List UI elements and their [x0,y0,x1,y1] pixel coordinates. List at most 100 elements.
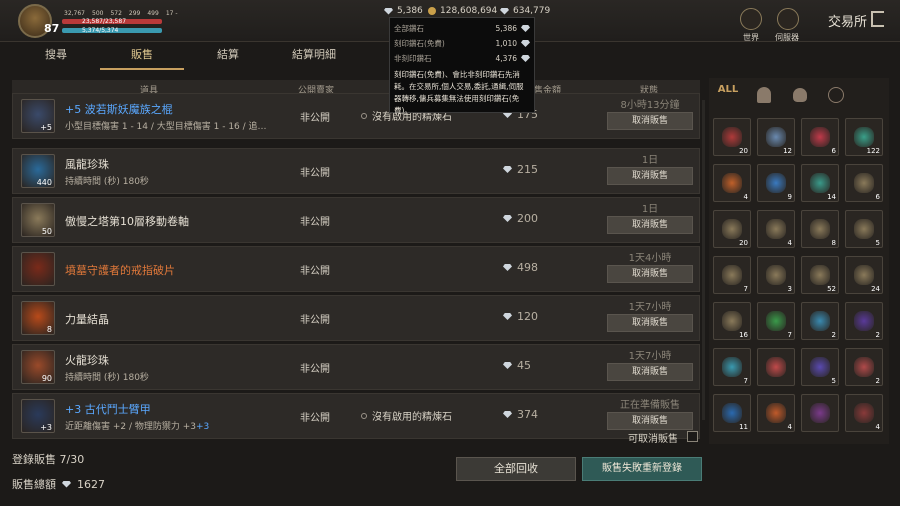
inventory-slot[interactable] [801,394,839,432]
item-price: 45 [503,359,531,372]
item-icon [810,357,830,377]
item-icon [854,311,874,331]
cancel-sale-button[interactable]: 取消販售 [607,412,693,430]
slot-quantity: 6 [875,193,880,201]
inventory-slot[interactable]: 2 [801,302,839,340]
inventory-slot[interactable]: 7 [757,302,795,340]
inventory-slot[interactable]: 9 [757,164,795,202]
inventory-slot[interactable]: 12 [757,118,795,156]
inventory-slot[interactable]: 3 [757,256,795,294]
table-row[interactable]: +5 +5 波若斯妖魔族之棍 小型目標傷害 1 - 14 / 大型目標傷害 1 - … [12,93,700,139]
inventory-slot[interactable]: 7 [713,348,751,386]
item-icon [854,127,874,147]
tooltip-value: 4,376 [495,54,517,63]
refine-radio-icon [361,112,367,119]
server-button[interactable]: 伺服器 [775,8,799,43]
table-row[interactable]: 墳墓守護者的戒指破片 非公開 498 1天4小時 取消販售 [12,246,700,292]
cancel-sale-button[interactable]: 取消販售 [607,112,693,130]
currency-gem-total: 634,779 [500,6,550,16]
inventory-slot[interactable]: 2 [845,348,883,386]
cancel-sale-button[interactable]: 取消販售 [607,363,693,381]
item-icon: 8 [21,301,55,335]
price-value: 120 [517,310,538,323]
inventory-slot[interactable]: 52 [801,256,839,294]
item-price: 120 [503,310,538,323]
item-quantity: +3 [40,423,52,432]
sale-status: 1天4小時 [628,253,672,264]
item-icon [810,127,830,147]
slot-quantity: 24 [871,285,880,293]
item-icon [722,311,742,331]
tooltip-description: 刻印鑽石(免費)、會比非刻印鑽石先消耗。在交易所,個人交易,委託,通緝,伺服器轉… [394,70,524,115]
helmet-icon[interactable] [751,84,777,106]
inventory-slot[interactable]: 11 [713,394,751,432]
collect-all-button[interactable]: 全部回收 [456,457,576,481]
item-icon [766,173,786,193]
exit-icon[interactable] [871,11,884,27]
inventory-slot[interactable]: 122 [845,118,883,156]
relist-failed-button[interactable]: 販售失敗重新登錄 [582,457,702,481]
table-row[interactable]: +3 +3 古代鬥士臂甲 近距離傷害 +2 / 物理防禦力 +3+3 非公開 沒有啟用的… [12,393,700,439]
inventory-slot[interactable]: 7 [713,256,751,294]
slot-quantity: 11 [739,423,748,431]
inventory-slot[interactable]: 24 [845,256,883,294]
item-price: 374 [503,408,538,421]
hp-bar: 23,587/23,587 [62,18,162,25]
inventory-slot[interactable]: 16 [713,302,751,340]
ancient-icon[interactable] [823,84,849,106]
item-icon [722,127,742,147]
diamond-icon [503,411,512,418]
inventory-slot[interactable]: 6 [801,118,839,156]
coin-icon [428,7,436,15]
cancel-sale-button[interactable]: 取消販售 [607,167,693,185]
item-icon [722,219,742,239]
inventory-slot[interactable]: 2 [845,302,883,340]
diamond-icon [384,7,393,15]
item-icon [766,265,786,285]
item-icon [21,252,55,286]
inventory-slot[interactable]: 4 [845,394,883,432]
item-price: 215 [503,163,538,176]
cancel-sale-button[interactable]: 取消販售 [607,314,693,332]
inventory-slot[interactable]: 4 [757,210,795,248]
table-row[interactable]: 8 力量結晶 非公開 120 1天7小時 取消販售 [12,295,700,341]
inventory-slot[interactable]: 4 [757,394,795,432]
inventory-tab-all[interactable]: ALL [715,84,741,106]
table-row[interactable]: 440 風龍珍珠 持續時間 (秒) 180秒 非公開 215 1日 取消販售 [12,148,700,194]
item-icon: 440 [21,154,55,188]
cancelable-checkbox[interactable] [687,431,698,442]
table-row[interactable]: 90 火龍珍珠 持續時間 (秒) 180秒 非公開 45 1天7小時 取消販售 [12,344,700,390]
item-description-bonus: +3 [196,422,210,432]
inventory-slot[interactable]: 8 [801,210,839,248]
price-value: 200 [517,212,538,225]
scrollbar[interactable] [702,100,705,420]
tab-settle[interactable]: 結算 [186,46,270,66]
tab-sell[interactable]: 販售 [100,46,184,66]
tab-search[interactable]: 搜尋 [14,46,98,66]
stat-c: 572 [110,10,122,17]
slot-quantity: 52 [827,285,836,293]
inventory-slot[interactable]: 4 [713,164,751,202]
cancelable-label: 可取消販售 [628,434,678,445]
slot-quantity: 7 [787,331,792,339]
player-level: 87 [44,22,60,35]
inventory-slot[interactable]: 14 [801,164,839,202]
tab-settle-details[interactable]: 結算明細 [272,46,356,66]
slot-quantity: 4 [787,239,792,247]
public-status: 非公開 [300,413,330,424]
item-price: 200 [503,212,538,225]
cancel-sale-button[interactable]: 取消販售 [607,216,693,234]
cancel-sale-button[interactable]: 取消販售 [607,265,693,283]
bag-icon[interactable] [787,84,813,106]
item-name: +3 古代鬥士臂甲 [65,403,151,416]
inventory-slot[interactable]: 20 [713,210,751,248]
inventory-slot[interactable]: 5 [801,348,839,386]
inventory-slot[interactable]: 6 [845,164,883,202]
stat-b: 500 [92,10,104,17]
inventory-slot[interactable] [757,348,795,386]
world-button[interactable]: 世界 [740,8,762,43]
inventory-slot[interactable]: 20 [713,118,751,156]
inventory-slot[interactable]: 5 [845,210,883,248]
price-value: 215 [517,163,538,176]
table-row[interactable]: 50 傲慢之塔第10層移動卷軸 非公開 200 1日 取消販售 [12,197,700,243]
